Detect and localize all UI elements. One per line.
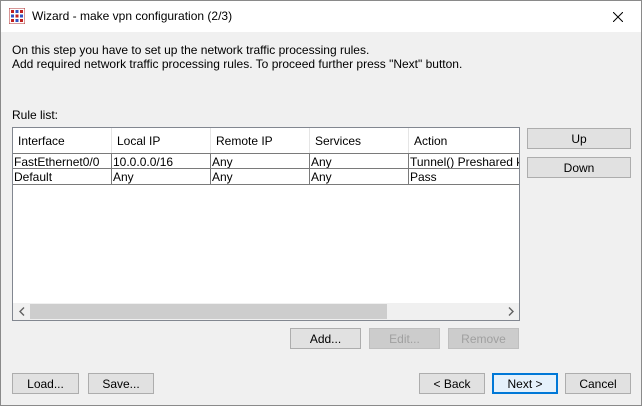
chevron-right-icon <box>508 307 514 316</box>
title-bar: Wizard - make vpn configuration (2/3) <box>1 1 641 32</box>
remove-rule-button[interactable]: Remove <box>448 328 519 349</box>
rule-list-table[interactable]: Interface Local IP Remote IP Services Ac… <box>12 127 520 321</box>
scroll-right-button[interactable] <box>502 303 519 320</box>
column-header-local-ip[interactable]: Local IP <box>112 128 211 153</box>
load-button[interactable]: Load... <box>12 373 79 394</box>
cell-services: Any <box>310 169 409 185</box>
app-icon <box>9 8 25 24</box>
window-title: Wizard - make vpn configuration (2/3) <box>32 9 233 23</box>
table-row[interactable]: FastEthernet0/0 10.0.0.0/16 Any Any Tunn… <box>13 153 519 169</box>
cell-local-ip: 10.0.0.0/16 <box>112 153 211 169</box>
next-button[interactable]: Next > <box>492 373 558 394</box>
scrollbar-thumb[interactable] <box>30 304 387 319</box>
add-rule-button[interactable]: Add... <box>290 328 361 349</box>
edit-rule-button[interactable]: Edit... <box>369 328 440 349</box>
instruction-line-1: On this step you have to set up the netw… <box>12 43 370 57</box>
cell-interface: FastEthernet0/0 <box>13 153 112 169</box>
cell-action: Pass <box>409 169 519 185</box>
chevron-left-icon <box>18 307 24 316</box>
cell-interface: Default <box>13 169 112 185</box>
table-row[interactable]: Default Any Any Any Pass <box>13 169 519 185</box>
close-button[interactable] <box>595 1 641 32</box>
column-header-interface[interactable]: Interface <box>13 128 112 153</box>
horizontal-scrollbar[interactable] <box>13 303 519 320</box>
down-button[interactable]: Down <box>527 157 631 178</box>
scroll-left-button[interactable] <box>13 303 30 320</box>
cell-action: Tunnel() Preshared key <box>409 153 519 169</box>
instruction-line-2: Add required network traffic processing … <box>12 57 463 71</box>
table-header: Interface Local IP Remote IP Services Ac… <box>13 128 519 153</box>
cell-remote-ip: Any <box>211 169 310 185</box>
back-button[interactable]: < Back <box>419 373 485 394</box>
up-button[interactable]: Up <box>527 128 631 149</box>
rule-list-label: Rule list: <box>12 108 59 122</box>
column-header-remote-ip[interactable]: Remote IP <box>211 128 310 153</box>
instructions: On this step you have to set up the netw… <box>12 43 462 71</box>
cell-remote-ip: Any <box>211 153 310 169</box>
close-icon <box>613 11 623 22</box>
save-button[interactable]: Save... <box>88 373 154 394</box>
cell-services: Any <box>310 153 409 169</box>
column-header-services[interactable]: Services <box>310 128 409 153</box>
column-header-action[interactable]: Action <box>409 128 519 153</box>
cell-local-ip: Any <box>112 169 211 185</box>
cancel-button[interactable]: Cancel <box>565 373 631 394</box>
wizard-window: Wizard - make vpn configuration (2/3) On… <box>0 0 642 406</box>
